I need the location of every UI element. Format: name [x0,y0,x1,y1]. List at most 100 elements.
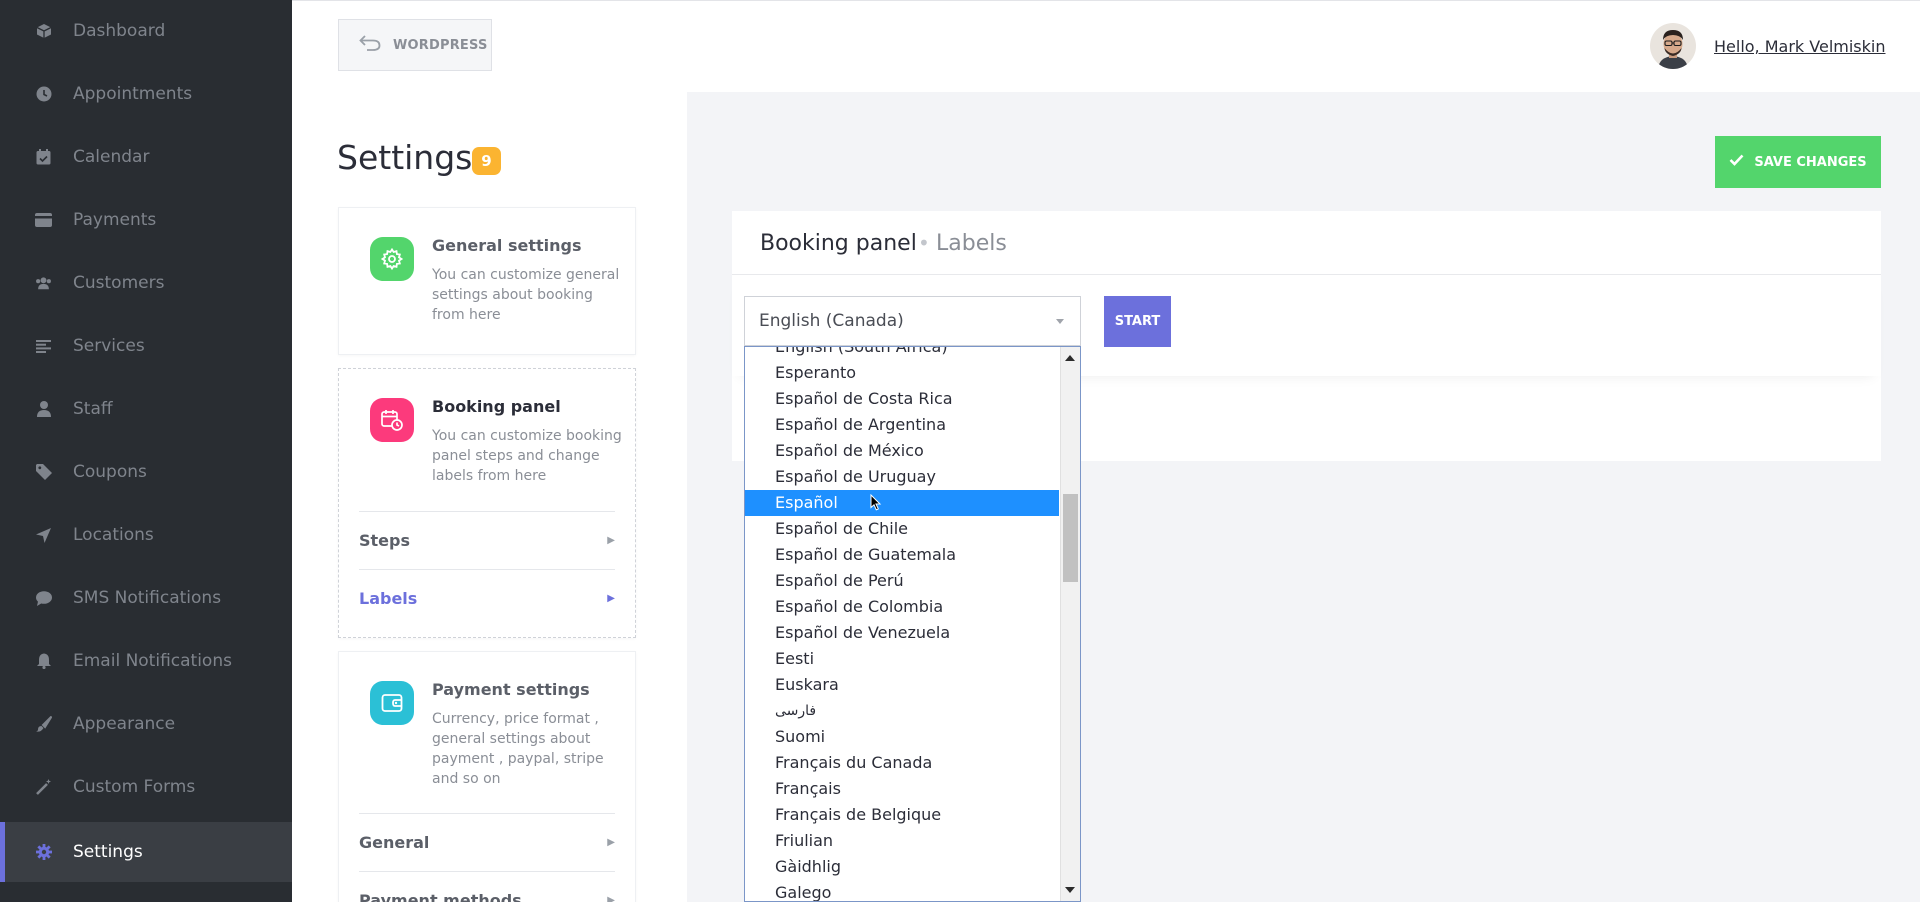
card-title: General settings [432,236,582,255]
dropdown-option[interactable]: Esperanto [745,360,1059,386]
language-select-value: English (Canada) [759,311,904,331]
dropdown-option[interactable]: Galego [745,880,1059,901]
link-label: Payment methods [359,891,522,902]
dropdown-option[interactable]: English (South Africa) [745,347,1059,360]
sidebar-item-custom-forms[interactable]: Custom Forms [0,759,292,815]
check-icon [1729,154,1744,170]
sidebar-item-appointments[interactable]: Appointments [0,66,292,122]
sidebar-item-services[interactable]: Services [0,318,292,374]
dropdown-option[interactable]: Español de Uruguay [745,464,1059,490]
booking-labels-link[interactable]: Labels ▶ [359,569,615,627]
dropdown-option[interactable]: Español de Venezuela [745,620,1059,646]
credit-card-icon [35,212,52,229]
sidebar-item-label: Custom Forms [73,777,196,797]
panel-title: Booking panel [760,231,917,256]
dropdown-option[interactable]: Français [745,776,1059,802]
sidebar-item-label: Customers [73,273,165,293]
top-header: WORDPRESS Hello, Mark Velmiskin [292,0,1920,92]
magic-wand-icon [35,779,52,796]
sidebar-item-coupons[interactable]: Coupons [0,444,292,500]
sidebar-item-settings[interactable]: Settings [0,822,292,882]
option-list: English (South Africa) Esperanto Español d… [745,347,1059,901]
chevron-down-icon [1056,319,1064,324]
dropdown-option[interactable]: Español de Argentina [745,412,1059,438]
sidebar-item-locations[interactable]: Locations [0,507,292,563]
panel-header: Booking panel • Labels [732,211,1881,275]
language-dropdown-list[interactable]: English (South Africa) Esperanto Español d… [744,346,1081,902]
dropdown-option[interactable]: Friulian [745,828,1059,854]
comment-icon [35,590,52,607]
chevron-right-icon: ▶ [607,593,615,604]
sidebar-item-payments[interactable]: Payments [0,192,292,248]
dropdown-option[interactable]: Español de Colombia [745,594,1059,620]
dropdown-option[interactable]: Español de Costa Rica [745,386,1059,412]
wordpress-label: WORDPRESS [393,37,488,53]
list-icon [35,338,52,355]
dropdown-option[interactable]: Français du Canada [745,750,1059,776]
breadcrumb-separator: • [918,231,930,255]
wordpress-back-button[interactable]: WORDPRESS [338,19,492,71]
page-title: Settings [337,138,473,177]
sidebar-item-label: Payments [73,210,157,230]
scroll-up-arrow-icon[interactable] [1065,355,1075,361]
sidebar-item-dashboard[interactable]: Dashboard [0,3,292,59]
start-button[interactable]: START [1104,296,1171,347]
booking-steps-link[interactable]: Steps ▶ [359,511,615,569]
card-title: Booking panel [432,397,561,416]
save-label: SAVE CHANGES [1754,154,1867,170]
payment-general-link[interactable]: General ▶ [359,813,615,871]
user-icon [35,401,52,418]
dropdown-option[interactable]: فارسی [745,698,1059,724]
dropdown-option[interactable]: Español de Guatemala [745,542,1059,568]
scrollbar-thumb[interactable] [1063,494,1078,582]
dropdown-option[interactable]: Español de México [745,438,1059,464]
dropdown-option[interactable]: Español de Chile [745,516,1059,542]
sidebar-item-calendar[interactable]: Calendar [0,129,292,185]
calendar-check-icon [35,149,52,166]
dropdown-option[interactable]: Gàidhlig [745,854,1059,880]
sidebar-item-label: Services [73,336,145,356]
cube-icon [35,23,52,40]
link-label: General [359,833,430,852]
sidebar-item-label: Appearance [73,714,176,734]
sidebar-item-label: Locations [73,525,154,545]
link-label: Steps [359,531,410,550]
dropdown-option[interactable]: Suomi [745,724,1059,750]
scroll-down-arrow-icon[interactable] [1065,887,1075,893]
panel-subtitle: Labels [936,231,1007,256]
sidebar-item-staff[interactable]: Staff [0,381,292,437]
dropdown-option[interactable]: Français de Belgique [745,802,1059,828]
sidebar-item-label: Staff [73,399,113,419]
dropdown-option[interactable]: Español [745,490,1059,516]
tag-icon [35,464,52,481]
sidebar-item-customers[interactable]: Customers [0,255,292,311]
language-select[interactable]: English (Canada) [744,296,1081,346]
save-changes-button[interactable]: SAVE CHANGES [1715,136,1881,188]
users-icon [35,275,52,292]
card-description: You can customize booking panel steps an… [432,428,622,484]
sidebar-item-sms-notifications[interactable]: SMS Notifications [0,570,292,626]
calendar-clock-icon [370,398,414,442]
sidebar-item-label: Dashboard [73,21,166,41]
dropdown-option[interactable]: Eesti [745,646,1059,672]
sidebar-item-label: SMS Notifications [73,588,222,608]
link-label: Labels [359,589,418,608]
avatar[interactable] [1650,23,1696,69]
card-description: You can customize general settings about… [432,267,620,323]
location-arrow-icon [35,527,52,544]
chevron-right-icon: ▶ [607,535,615,546]
user-greeting-link[interactable]: Hello, Mark Velmiskin [1714,37,1885,56]
sidebar-item-email-notifications[interactable]: Email Notifications [0,633,292,689]
sidebar-item-appearance[interactable]: Appearance [0,696,292,752]
sidebar-item-label: Calendar [73,147,150,167]
payment-settings-card[interactable]: Payment settings Currency, price format … [338,651,636,902]
dropdown-option[interactable]: Euskara [745,672,1059,698]
payment-methods-link[interactable]: Payment methods ▶ [359,871,615,902]
dropdown-option[interactable]: Español de Perú [745,568,1059,594]
mouse-cursor-icon [870,493,882,515]
clock-icon [35,86,52,103]
sidebar-item-label: Settings [73,842,143,862]
sidebar-item-label: Appointments [73,84,193,104]
general-settings-card[interactable]: General settings You can customize gener… [338,207,636,355]
dropdown-scrollbar[interactable] [1060,347,1080,901]
